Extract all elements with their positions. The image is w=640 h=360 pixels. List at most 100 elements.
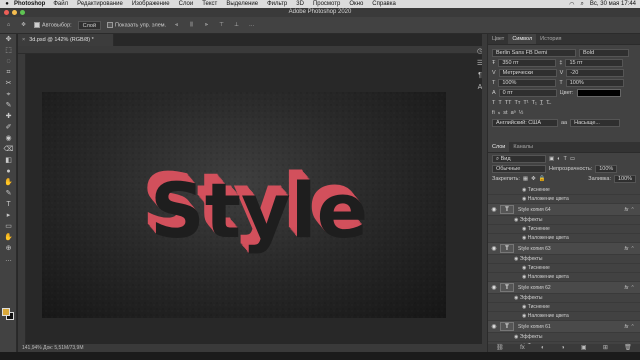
history-brush-icon[interactable]: ◉ xyxy=(0,133,17,144)
antialias-select[interactable]: Насыще... xyxy=(570,119,621,127)
menu-type[interactable]: Текст xyxy=(202,1,217,7)
fx-icon[interactable]: fx ⌃ xyxy=(625,285,634,291)
effect-row[interactable]: ◉ Эффекты xyxy=(488,333,640,342)
clone-stamp-icon[interactable]: ✐ xyxy=(0,122,17,133)
menu-image[interactable]: Изображение xyxy=(132,1,170,7)
faux-italic-icon[interactable]: T xyxy=(498,100,501,106)
path-select-icon[interactable]: ▸ xyxy=(0,210,17,221)
menu-layers[interactable]: Слои xyxy=(179,1,194,7)
menu-filter[interactable]: Фильтр xyxy=(267,1,287,7)
more-options-icon[interactable]: … xyxy=(247,21,256,30)
baseline-shift-field[interactable]: 0 пт xyxy=(498,89,557,97)
visibility-eye-icon[interactable]: ◉ xyxy=(488,284,500,291)
vertical-scale-field[interactable]: 100% xyxy=(498,79,557,87)
move-tool-icon[interactable]: ✥ xyxy=(19,21,28,30)
document-tab[interactable]: × 3d.psd @ 142% (RGB/8) * xyxy=(18,34,114,46)
home-icon[interactable]: ⌂ xyxy=(4,21,13,30)
menu-window[interactable]: Окно xyxy=(349,1,363,7)
layer-row[interactable]: ◉ T Style копия 61 fx ⌃ xyxy=(488,321,640,333)
zoom-tool-icon[interactable]: ⊕ xyxy=(0,243,17,254)
crop-tool-icon[interactable]: ⌗ xyxy=(0,67,17,78)
pen-tool-icon[interactable]: ✎ xyxy=(0,188,17,199)
ordinals-icon[interactable]: aᵃ xyxy=(511,110,516,116)
gradient-tool-icon[interactable]: ◧ xyxy=(0,155,17,166)
filter-type-icon[interactable]: T xyxy=(564,156,567,162)
language-select[interactable]: Английский: США xyxy=(492,119,558,127)
clock[interactable]: Вс, 30 мая 17:44 xyxy=(590,1,636,7)
stylistic-icon[interactable]: st xyxy=(503,110,507,116)
close-window-button[interactable] xyxy=(4,10,9,15)
foreground-color-swatch[interactable] xyxy=(2,308,10,316)
effect-row[interactable]: ◉ Тиснение xyxy=(488,303,640,312)
eyedropper-tool-icon[interactable]: ⌖ xyxy=(0,89,17,100)
tab-channels[interactable]: Каналы xyxy=(509,142,537,152)
fx-icon[interactable]: fx ⌃ xyxy=(625,324,634,330)
effect-row[interactable]: ◉ Эффекты xyxy=(488,255,640,264)
lasso-tool-icon[interactable]: ◌ xyxy=(0,56,17,67)
strikethrough-icon[interactable]: T̶ xyxy=(546,100,549,106)
all-caps-icon[interactable]: TT xyxy=(505,100,512,106)
fractions-icon[interactable]: ½ xyxy=(519,110,524,116)
filter-adjust-icon[interactable]: ◐ xyxy=(557,156,560,162)
leading-field[interactable]: 15 пт xyxy=(565,59,624,67)
fx-icon[interactable]: fx ⌃ xyxy=(625,246,634,252)
lock-position-icon[interactable]: ✥ xyxy=(531,176,536,182)
small-caps-icon[interactable]: Tт xyxy=(514,100,520,106)
text-color-swatch[interactable] xyxy=(576,89,621,97)
menu-view[interactable]: Просмотр xyxy=(313,1,340,7)
visibility-eye-icon[interactable]: ◉ xyxy=(488,323,500,330)
tab-history[interactable]: История xyxy=(536,34,565,44)
autoselect-toggle[interactable]: Автовыбор: xyxy=(34,21,72,28)
menu-select[interactable]: Выделение xyxy=(226,1,258,7)
fx-icon[interactable]: fx ⌃ xyxy=(625,207,634,213)
marquee-tool-icon[interactable]: ⬚ xyxy=(0,45,17,56)
healing-brush-icon[interactable]: ✎ xyxy=(0,100,17,111)
align-center-icon[interactable]: ⫼ xyxy=(187,21,196,30)
effect-row[interactable]: ◉ Наложение цвета xyxy=(488,312,640,321)
effect-row[interactable]: ◉ Тиснение xyxy=(488,186,640,195)
wifi-icon[interactable]: ◠ xyxy=(569,1,574,8)
faux-bold-icon[interactable]: T xyxy=(492,100,495,106)
filter-pixel-icon[interactable]: ▣ xyxy=(549,156,554,162)
align-left-icon[interactable]: ⫷ xyxy=(172,21,181,30)
menu-edit[interactable]: Редактирование xyxy=(77,1,123,7)
blend-mode-select[interactable]: Обычные xyxy=(492,165,546,173)
swash-icon[interactable]: ℴ xyxy=(498,110,501,116)
zoom-window-button[interactable] xyxy=(20,10,25,15)
opacity-field[interactable]: 100% xyxy=(595,165,618,173)
align-top-icon[interactable]: ⊤ xyxy=(217,21,226,30)
tab-color[interactable]: Цвет xyxy=(488,34,508,44)
adjustment-layer-icon[interactable]: ◑ xyxy=(561,344,565,352)
dodge-tool-icon[interactable]: ✋ xyxy=(0,177,17,188)
effect-row[interactable]: ◉ Эффекты xyxy=(488,294,640,303)
new-layer-icon[interactable]: ⊞ xyxy=(603,344,608,352)
new-group-icon[interactable]: ▣ xyxy=(581,344,587,352)
hand-tool-icon[interactable]: ✋ xyxy=(0,232,17,243)
fill-field[interactable]: 100% xyxy=(614,175,636,183)
menu-help[interactable]: Справка xyxy=(372,1,396,7)
font-family-select[interactable]: Berlin Sans FB Demi xyxy=(492,49,576,57)
search-icon[interactable]: ⌕ xyxy=(581,1,584,8)
visibility-eye-icon[interactable]: ◉ xyxy=(488,206,500,213)
filter-shape-icon[interactable]: ▭ xyxy=(570,156,575,162)
add-mask-icon[interactable]: ◐ xyxy=(541,344,545,352)
minimize-window-button[interactable] xyxy=(12,10,17,15)
link-layers-icon[interactable]: ⛓ xyxy=(496,344,504,352)
rectangle-tool-icon[interactable]: ▭ xyxy=(0,221,17,232)
add-style-icon[interactable]: fx xyxy=(520,344,525,352)
layer-row[interactable]: ◉ T Style копия 64 fx ⌃ xyxy=(488,204,640,216)
effect-row[interactable]: ◉ Наложение цвета xyxy=(488,234,640,243)
layer-filter-select[interactable]: ⌕ Вид xyxy=(492,155,546,163)
kerning-field[interactable]: Метрически xyxy=(498,69,557,77)
align-right-icon[interactable]: ⫸ xyxy=(202,21,211,30)
canvas[interactable]: Style Style Style Style Style Style Style Style… xyxy=(42,92,446,318)
effect-row[interactable]: ◉ Тиснение xyxy=(488,264,640,273)
edit-toolbar-icon[interactable]: … xyxy=(0,254,17,265)
effect-row[interactable]: ◉ Наложение цвета xyxy=(488,195,640,204)
align-middle-icon[interactable]: ⊥ xyxy=(232,21,241,30)
menu-file[interactable]: Файл xyxy=(53,1,68,7)
superscript-icon[interactable]: T¹ xyxy=(523,100,528,106)
slice-tool-icon[interactable]: ✂ xyxy=(0,78,17,89)
layer-row[interactable]: ◉ T Style копия 62 fx ⌃ xyxy=(488,282,640,294)
menu-3d[interactable]: 3D xyxy=(296,1,304,7)
